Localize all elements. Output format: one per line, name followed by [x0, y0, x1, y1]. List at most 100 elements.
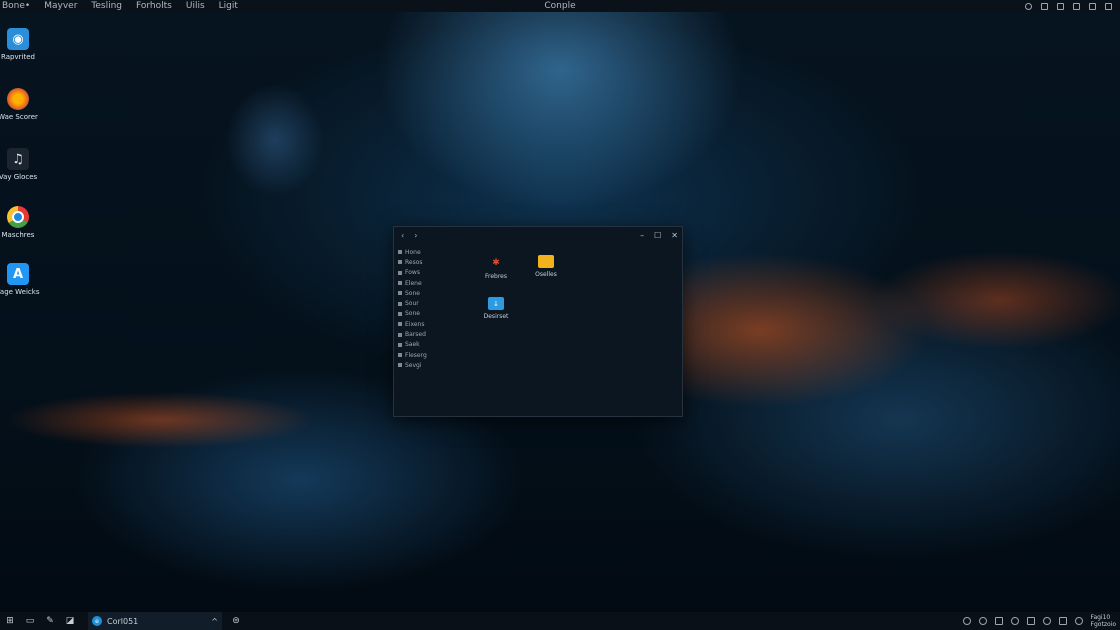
taskbar-app[interactable]: e Corl051 ^: [88, 612, 222, 630]
sidebar-item-label: Sone: [405, 289, 420, 297]
desktop-icon[interactable]: ◉ Rapvrited: [0, 28, 36, 61]
battery-icon[interactable]: [994, 617, 1003, 625]
window-titlebar[interactable]: ‹ › – ☐ ✕: [394, 227, 682, 243]
sidebar-item[interactable]: Barsed: [398, 329, 446, 339]
sidebar-item[interactable]: Sevgi: [398, 360, 446, 370]
nav-icon: [398, 322, 402, 327]
menu-item[interactable]: Forholts: [136, 1, 172, 11]
media-icon: ♫: [7, 148, 29, 170]
taskbar-app-label: Corl051: [107, 616, 139, 626]
nav-icon: [398, 260, 402, 265]
file-label: Desirset: [483, 313, 509, 320]
menu-item[interactable]: Ligit: [219, 1, 238, 11]
wifi-icon[interactable]: [1010, 617, 1019, 625]
system-tray: Fagi10 Fgotzoio: [962, 612, 1116, 630]
store-icon[interactable]: ◪: [60, 612, 80, 630]
desktop-icon[interactable]: Maschres: [0, 206, 36, 239]
pen-icon[interactable]: ✎: [40, 612, 60, 630]
display-icon[interactable]: [1074, 617, 1083, 625]
chevron-up-icon[interactable]: ^: [211, 617, 218, 626]
file-explorer-window[interactable]: ‹ › – ☐ ✕ Hone Resos Fows Elene Sone Sou…: [393, 226, 683, 417]
desktop-icon-label: Maschres: [1, 231, 35, 239]
clock[interactable]: Fagi10 Fgotzoio: [1091, 614, 1116, 628]
desktop-icon-label: Wae Scorer: [0, 113, 38, 121]
menu-item[interactable]: Bone•: [2, 1, 30, 11]
sidebar-item[interactable]: Sone: [398, 288, 446, 298]
power-icon[interactable]: [1105, 2, 1112, 10]
nav-icon: [398, 281, 402, 286]
sidebar-item[interactable]: Fleserg: [398, 350, 446, 360]
folder-icon: [538, 255, 554, 268]
menu-item[interactable]: Uilis: [186, 1, 205, 11]
firefox-icon: [7, 88, 29, 110]
notification-icon[interactable]: [1058, 617, 1067, 625]
sidebar-item[interactable]: Elene: [398, 278, 446, 288]
search-icon[interactable]: [1025, 2, 1032, 10]
sidebar-item-label: Eixens: [405, 320, 425, 328]
nav-icon: [398, 301, 402, 306]
minimize-icon[interactable]: –: [640, 231, 644, 240]
desktop-icon-label: Vay Gloces: [0, 173, 38, 181]
chrome-icon: [7, 206, 29, 228]
sidebar-item[interactable]: Eixens: [398, 319, 446, 329]
language-icon[interactable]: [1042, 617, 1051, 625]
chat-icon[interactable]: [1026, 617, 1035, 625]
nav-icon: [398, 250, 402, 255]
file-item[interactable]: Oselles: [526, 255, 566, 278]
forward-icon[interactable]: ›: [414, 231, 417, 240]
file-content-area: ✱ Frebres Oselles ↓ Desirset: [454, 251, 682, 416]
window-nav: ‹ ›: [394, 231, 417, 240]
maximize-icon[interactable]: ☐: [654, 231, 661, 240]
task-view-icon[interactable]: ▭: [20, 612, 40, 630]
volume-icon[interactable]: [978, 617, 987, 625]
back-icon[interactable]: ‹: [401, 231, 404, 240]
nav-icon: [398, 342, 402, 347]
network-icon[interactable]: [962, 617, 971, 625]
sidebar-item-label: Fleserg: [405, 351, 427, 359]
widget-icon[interactable]: ⊜: [226, 612, 246, 630]
nav-icon: [398, 270, 402, 275]
sidebar-item[interactable]: Resos: [398, 257, 446, 267]
sidebar-item[interactable]: Sour: [398, 298, 446, 308]
nav-icon: [398, 353, 402, 358]
sidebar-item[interactable]: Fows: [398, 268, 446, 278]
window-controls: – ☐ ✕: [640, 227, 678, 243]
file-label: Frebres: [484, 273, 507, 280]
bell-icon[interactable]: [1057, 2, 1064, 10]
user-icon[interactable]: [1089, 2, 1096, 10]
menu-item[interactable]: Tesling: [91, 1, 122, 11]
desktop-icon[interactable]: Wae Scorer: [0, 88, 38, 121]
top-tray: [1025, 0, 1112, 12]
sidebar-item-label: Fows: [405, 269, 420, 277]
close-icon[interactable]: ✕: [671, 231, 678, 240]
sidebar-item[interactable]: Hone: [398, 247, 446, 257]
sidebar-item-label: Sevgi: [405, 361, 422, 369]
nav-icon: [398, 311, 402, 316]
desktop-icon[interactable]: ♫ Vay Gloces: [0, 148, 38, 181]
settings-icon[interactable]: [1073, 2, 1080, 10]
app-icon: e: [92, 616, 102, 626]
sidebar-item-label: Barsed: [405, 331, 426, 339]
sidebar-item-label: Sone: [405, 310, 420, 318]
top-menu-bar: Bone• Mayver Tesling Forholts Uilis Ligi…: [0, 0, 1120, 12]
cloud-icon[interactable]: [1041, 2, 1048, 10]
sidebar-item-label: Saek: [405, 341, 420, 349]
nav-icon: [398, 332, 402, 337]
nav-icon: [398, 291, 402, 296]
menu-item[interactable]: Mayver: [44, 1, 77, 11]
file-label: Oselles: [535, 271, 557, 278]
sidebar-item[interactable]: Saek: [398, 340, 446, 350]
file-item[interactable]: ✱ Frebres: [476, 255, 516, 281]
desktop-icon[interactable]: A Fage Weicks: [0, 263, 40, 296]
taskbar: ⊞ ▭ ✎ ◪ e Corl051 ^ ⊜ Fagi10 Fgotzoio: [0, 612, 1120, 630]
sidebar-item[interactable]: Sone: [398, 309, 446, 319]
desktop-icon-label: Fage Weicks: [0, 288, 40, 296]
menu-list: Bone• Mayver Tesling Forholts Uilis Ligi…: [0, 1, 238, 11]
start-icon[interactable]: ⊞: [0, 612, 20, 630]
window-sidebar: Hone Resos Fows Elene Sone Sour Sone Eix…: [398, 247, 446, 371]
nav-icon: [398, 363, 402, 368]
sidebar-item-label: Resos: [405, 258, 423, 266]
sidebar-item-label: Sour: [405, 300, 419, 308]
file-item[interactable]: ↓ Desirset: [476, 297, 516, 320]
sidebar-item-label: Hone: [405, 248, 421, 256]
